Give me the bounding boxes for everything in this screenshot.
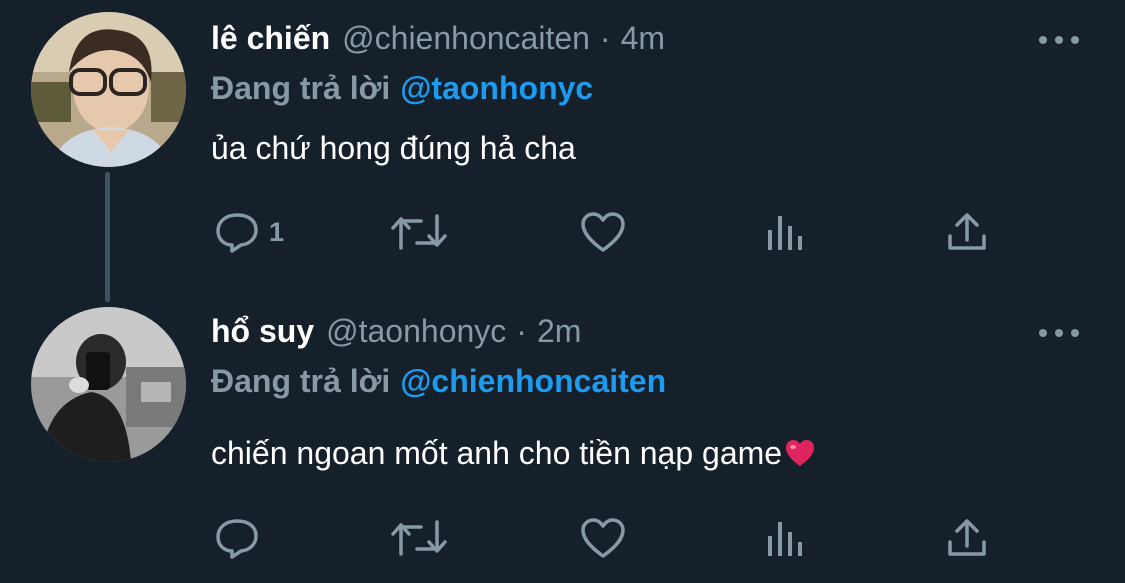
mention-link[interactable]: @chienhoncaiten: [400, 363, 666, 399]
avatar[interactable]: [31, 307, 186, 462]
analytics-bars-icon: [768, 216, 802, 250]
analytics-bars-icon: [768, 522, 802, 556]
red-heart-emoji-icon: [784, 438, 816, 476]
like-button[interactable]: [579, 513, 627, 563]
tweet[interactable]: hổ suy @taonhonyc · 2m Đang trả lời @chie…: [0, 290, 1125, 583]
heart-outline-icon: [581, 518, 625, 558]
replying-to: Đang trả lời @chienhoncaiten: [211, 363, 666, 400]
tweet-actions: 1: [211, 207, 1011, 257]
tweet-text: ủa chứ hong đúng hả cha: [211, 130, 576, 167]
tweet-header: hổ suy @taonhonyc · 2m: [211, 313, 581, 350]
like-button[interactable]: [579, 207, 627, 257]
avatar[interactable]: [31, 12, 186, 167]
share-button[interactable]: [945, 513, 989, 563]
reply-bubble-icon: [216, 519, 258, 559]
tweet-text: chiến ngoan mốt anh cho tiền nạp game: [211, 435, 816, 476]
conversation-thread: lê chiến @chienhoncaiten · 4m Đang trả l…: [0, 0, 1125, 583]
display-name[interactable]: lê chiến: [211, 20, 330, 57]
share-upload-icon: [948, 519, 986, 556]
heart-outline-icon: [581, 212, 625, 252]
separator-dot: ·: [599, 20, 611, 56]
tweet[interactable]: lê chiến @chienhoncaiten · 4m Đang trả l…: [0, 0, 1125, 290]
separator-dot: ·: [516, 313, 527, 349]
replying-to-label: Đang trả lời: [211, 363, 391, 399]
analytics-button[interactable]: [765, 207, 807, 257]
replying-to: Đang trả lời @taonhonyc: [211, 70, 593, 107]
share-button[interactable]: [945, 207, 989, 257]
retweet-icon: [391, 520, 447, 556]
timestamp[interactable]: 2m: [537, 313, 581, 350]
user-handle[interactable]: @taonhonyc: [326, 313, 506, 350]
user-handle[interactable]: @chienhoncaiten: [342, 20, 590, 57]
replying-to-label: Đang trả lời: [211, 70, 391, 106]
mention-link[interactable]: @taonhonyc: [400, 70, 593, 106]
analytics-button[interactable]: [765, 513, 807, 563]
more-dots-icon[interactable]: [1039, 30, 1079, 50]
tweet-header: lê chiến @chienhoncaiten · 4m: [211, 20, 665, 57]
retweet-icon: [391, 214, 447, 250]
reply-button[interactable]: [213, 513, 269, 563]
retweet-button[interactable]: [389, 513, 449, 563]
reply-count: 1: [269, 216, 285, 247]
timestamp[interactable]: 4m: [621, 20, 665, 57]
tweet-text-content: chiến ngoan mốt anh cho tiền nạp game: [211, 435, 783, 471]
tweet-text-content: ủa chứ hong đúng hả cha: [211, 130, 576, 166]
retweet-button[interactable]: [389, 207, 449, 257]
share-upload-icon: [948, 213, 986, 250]
reply-bubble-icon: [216, 213, 258, 253]
reply-button[interactable]: 1: [213, 207, 284, 257]
display-name[interactable]: hổ suy: [211, 313, 314, 350]
more-dots-icon[interactable]: [1039, 323, 1079, 343]
tweet-actions: [211, 513, 1011, 563]
